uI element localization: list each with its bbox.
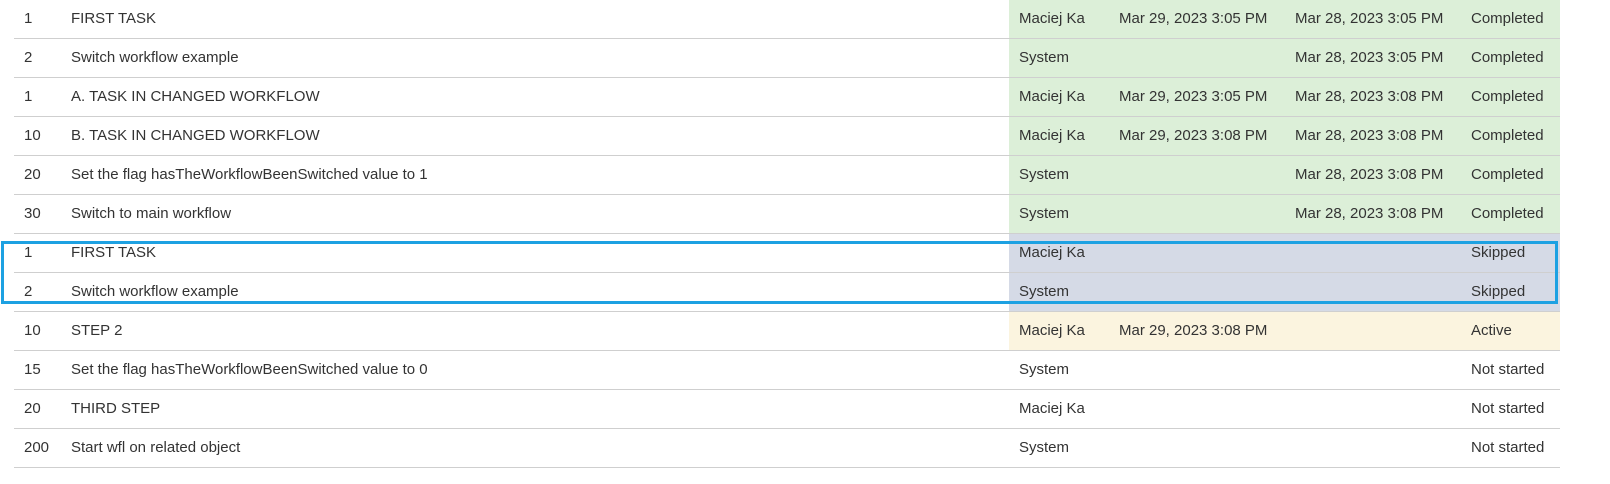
task-status: Completed bbox=[1471, 166, 1544, 183]
task-status: Not started bbox=[1471, 361, 1545, 378]
task-assignee: Maciej Ka bbox=[1019, 322, 1085, 339]
task-order: 200 bbox=[24, 439, 50, 456]
task-name: B. TASK IN CHANGED WORKFLOW bbox=[71, 127, 320, 144]
table-row[interactable]: 30 Switch to main workflow System Mar 28… bbox=[14, 195, 1560, 234]
task-assignee: Maciej Ka bbox=[1019, 400, 1085, 417]
table-row[interactable]: 1 FIRST TASK Maciej Ka Mar 29, 2023 3:05… bbox=[14, 0, 1560, 39]
task-status: Completed bbox=[1471, 49, 1544, 66]
task-name: THIRD STEP bbox=[71, 400, 161, 417]
task-due-date bbox=[1119, 273, 1289, 311]
task-date bbox=[1295, 351, 1465, 389]
task-name: Switch to main workflow bbox=[71, 205, 232, 222]
task-due-date: Mar 29, 2023 3:08 PM bbox=[1119, 127, 1268, 144]
task-name: Set the flag hasTheWorkflowBeenSwitched … bbox=[71, 166, 428, 183]
task-name: Start wfl on related object bbox=[71, 439, 241, 456]
task-date: Mar 28, 2023 3:05 PM bbox=[1295, 10, 1444, 27]
task-assignee: System bbox=[1019, 49, 1070, 66]
task-date bbox=[1295, 390, 1465, 428]
table-row[interactable]: 2 Switch workflow example System Mar 28,… bbox=[14, 39, 1560, 78]
task-order: 2 bbox=[24, 49, 33, 66]
table-row[interactable]: 15 Set the flag hasTheWorkflowBeenSwitch… bbox=[14, 351, 1560, 390]
task-order: 10 bbox=[24, 322, 41, 339]
table-row[interactable]: 20 THIRD STEP Maciej Ka Not started bbox=[14, 390, 1560, 429]
task-name: Set the flag hasTheWorkflowBeenSwitched … bbox=[71, 361, 428, 378]
task-status: Skipped bbox=[1471, 244, 1526, 261]
task-due-date bbox=[1119, 195, 1289, 233]
task-assignee: Maciej Ka bbox=[1019, 244, 1085, 261]
task-date: Mar 28, 2023 3:08 PM bbox=[1295, 166, 1444, 183]
task-assignee: System bbox=[1019, 283, 1070, 300]
task-due-date: Mar 29, 2023 3:08 PM bbox=[1119, 322, 1268, 339]
task-name: A. TASK IN CHANGED WORKFLOW bbox=[71, 88, 320, 105]
task-order: 20 bbox=[24, 166, 41, 183]
task-assignee: System bbox=[1019, 166, 1070, 183]
task-due-date bbox=[1119, 156, 1289, 194]
table-row[interactable]: 1 A. TASK IN CHANGED WORKFLOW Maciej Ka … bbox=[14, 78, 1560, 117]
task-name: FIRST TASK bbox=[71, 10, 157, 27]
task-assignee: Maciej Ka bbox=[1019, 10, 1085, 27]
task-assignee: System bbox=[1019, 361, 1070, 378]
table-row[interactable]: 200 Start wfl on related object System N… bbox=[14, 429, 1560, 468]
task-status: Skipped bbox=[1471, 283, 1526, 300]
task-name: FIRST TASK bbox=[71, 244, 157, 261]
table-row[interactable]: 20 Set the flag hasTheWorkflowBeenSwitch… bbox=[14, 156, 1560, 195]
task-date bbox=[1295, 234, 1465, 272]
task-date bbox=[1295, 429, 1465, 467]
task-due-date bbox=[1119, 234, 1289, 272]
task-status: Completed bbox=[1471, 205, 1544, 222]
task-date: Mar 28, 2023 3:05 PM bbox=[1295, 49, 1444, 66]
task-assignee: Maciej Ka bbox=[1019, 88, 1085, 105]
task-order: 10 bbox=[24, 127, 41, 144]
task-order: 20 bbox=[24, 400, 41, 417]
task-status: Not started bbox=[1471, 439, 1545, 456]
table-row[interactable]: 1 FIRST TASK Maciej Ka Skipped bbox=[14, 234, 1560, 273]
task-order: 30 bbox=[24, 205, 41, 222]
task-status: Completed bbox=[1471, 10, 1544, 27]
task-due-date bbox=[1119, 39, 1289, 77]
task-due-date bbox=[1119, 429, 1289, 467]
task-assignee: System bbox=[1019, 439, 1070, 456]
task-date: Mar 28, 2023 3:08 PM bbox=[1295, 88, 1444, 105]
task-name: Switch workflow example bbox=[71, 283, 239, 300]
task-due-date: Mar 29, 2023 3:05 PM bbox=[1119, 88, 1268, 105]
task-assignee: System bbox=[1019, 205, 1070, 222]
task-status: Active bbox=[1471, 322, 1512, 339]
task-date: Mar 28, 2023 3:08 PM bbox=[1295, 205, 1444, 222]
task-status: Completed bbox=[1471, 88, 1544, 105]
task-status: Completed bbox=[1471, 127, 1544, 144]
task-assignee: Maciej Ka bbox=[1019, 127, 1085, 144]
table-row[interactable]: 10 B. TASK IN CHANGED WORKFLOW Maciej Ka… bbox=[14, 117, 1560, 156]
table-row[interactable]: 2 Switch workflow example System Skipped bbox=[14, 273, 1560, 312]
task-order: 1 bbox=[24, 244, 33, 261]
task-due-date bbox=[1119, 351, 1289, 389]
task-order: 2 bbox=[24, 283, 33, 300]
task-name: Switch workflow example bbox=[71, 49, 239, 66]
task-order: 1 bbox=[24, 10, 33, 27]
task-status: Not started bbox=[1471, 400, 1545, 417]
task-name: STEP 2 bbox=[71, 322, 123, 339]
task-date bbox=[1295, 312, 1465, 350]
task-order: 15 bbox=[24, 361, 41, 378]
task-order: 1 bbox=[24, 88, 33, 105]
table-row[interactable]: 10 STEP 2 Maciej Ka Mar 29, 2023 3:08 PM… bbox=[14, 312, 1560, 351]
task-due-date bbox=[1119, 390, 1289, 428]
task-date bbox=[1295, 273, 1465, 311]
task-due-date: Mar 29, 2023 3:05 PM bbox=[1119, 10, 1268, 27]
task-date: Mar 28, 2023 3:08 PM bbox=[1295, 127, 1444, 144]
workflow-task-table: 1 FIRST TASK Maciej Ka Mar 29, 2023 3:05… bbox=[14, 0, 1560, 468]
